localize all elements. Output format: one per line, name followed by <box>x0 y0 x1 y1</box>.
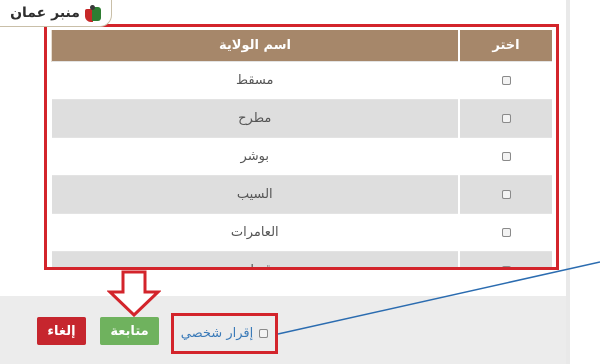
table-row: السيب <box>51 174 552 213</box>
down-arrow-icon <box>107 270 161 318</box>
wilaya-name: بوشر <box>51 136 459 175</box>
row-checkbox[interactable] <box>501 189 511 199</box>
wilaya-name: العامرات <box>51 212 459 251</box>
row-checkbox[interactable] <box>501 265 511 267</box>
row-checkbox[interactable] <box>501 227 511 237</box>
table-row: بوشر <box>51 136 552 175</box>
divider <box>566 0 570 364</box>
table-row: قريات <box>51 250 552 267</box>
header-select: اختر <box>458 30 552 61</box>
table-row: مسقط <box>51 60 552 99</box>
wilaya-name: السيب <box>51 174 459 213</box>
wilaya-name: مطرح <box>51 98 459 137</box>
table-row: العامرات <box>51 212 552 251</box>
acknowledgement-highlight: إقرار شخصي <box>171 313 278 354</box>
table-row: مطرح <box>51 98 552 137</box>
continue-button[interactable]: متابعة <box>100 317 159 345</box>
cancel-button[interactable]: إلغاء <box>37 317 86 345</box>
acknowledgement-label[interactable]: إقرار شخصي <box>181 326 253 341</box>
row-checkbox[interactable] <box>501 151 511 161</box>
highlight-frame-table: اختر اسم الولاية مسقط مطرح بوشر السيب ال… <box>44 24 559 270</box>
brand-name: منبر عمان <box>10 5 80 21</box>
page: منبر عمان اختر اسم الولاية مسقط مطرح بوش… <box>0 0 600 364</box>
wilaya-name: قريات <box>51 250 459 267</box>
acknowledgement-checkbox[interactable] <box>259 329 269 338</box>
row-checkbox[interactable] <box>501 113 511 123</box>
table-header-row: اختر اسم الولاية <box>51 30 552 61</box>
wilayat-table-scroll[interactable]: اختر اسم الولاية مسقط مطرح بوشر السيب ال… <box>51 30 552 267</box>
row-checkbox[interactable] <box>501 75 511 85</box>
brand-watermark: منبر عمان <box>0 0 112 27</box>
brand-logo-icon <box>84 4 101 22</box>
wilaya-name: مسقط <box>51 60 459 99</box>
header-wilaya-name: اسم الولاية <box>51 30 459 61</box>
wilayat-table: اختر اسم الولاية مسقط مطرح بوشر السيب ال… <box>51 30 552 267</box>
